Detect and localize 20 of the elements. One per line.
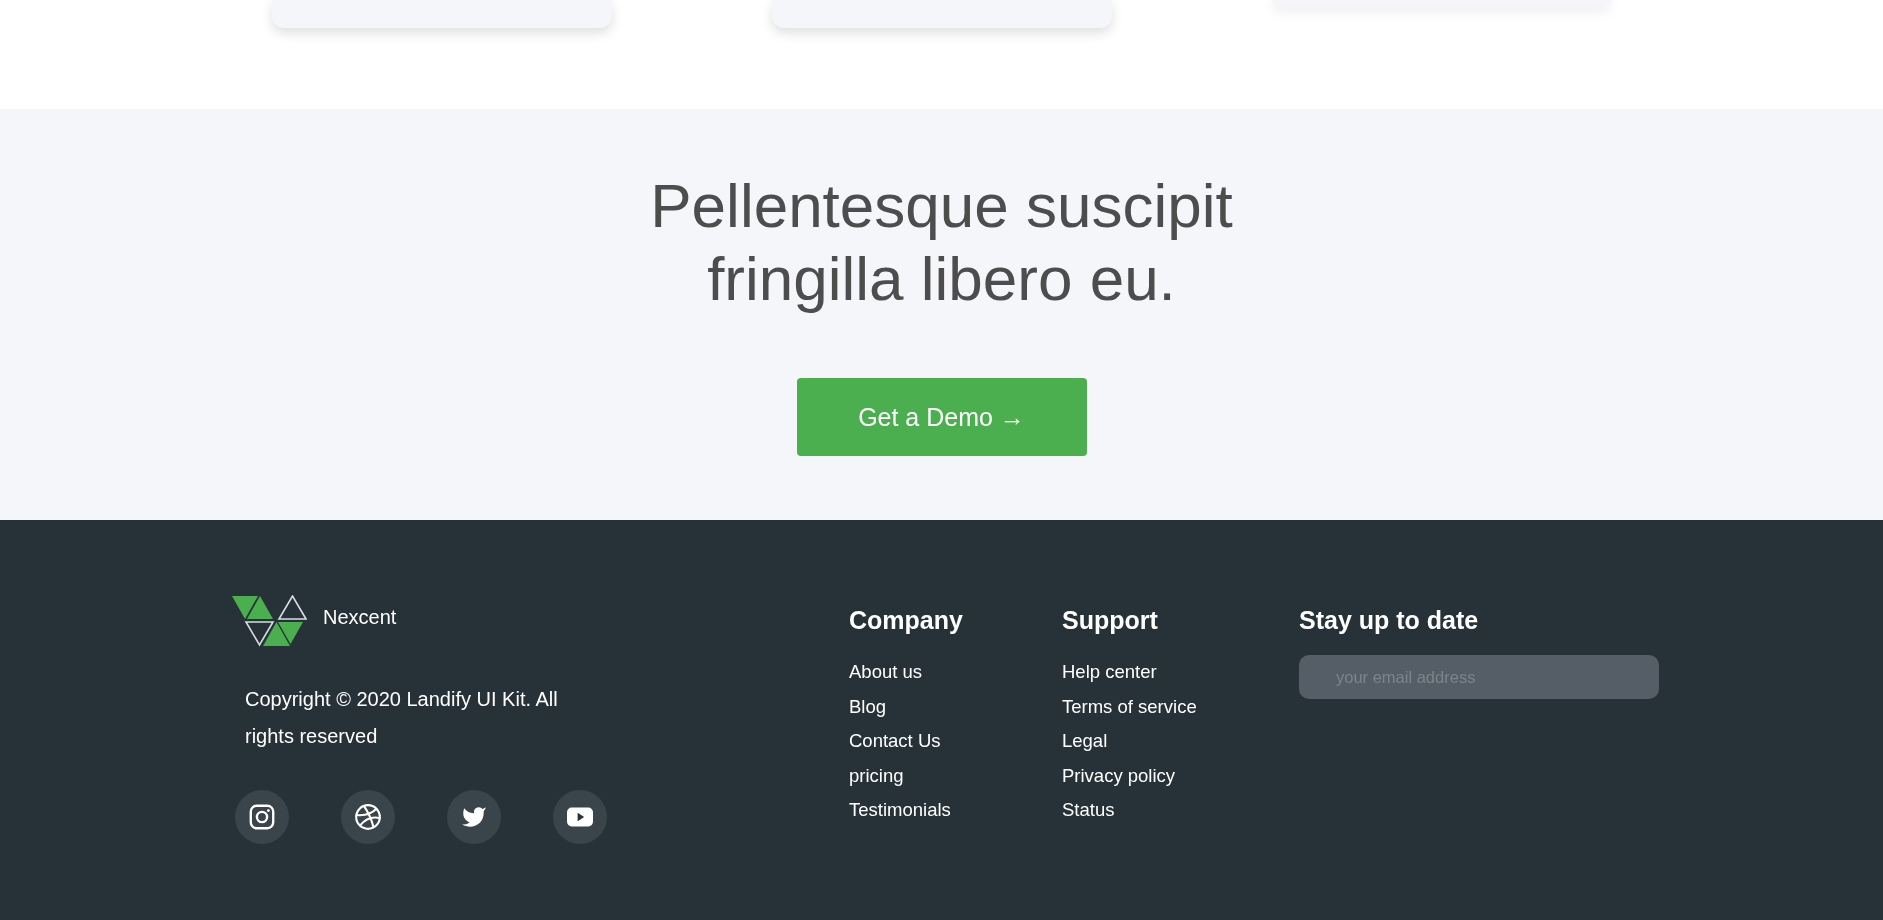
brand-name: Nexcent (323, 605, 397, 629)
footer-link[interactable]: Terms of service (1062, 689, 1197, 724)
footer-link[interactable]: Blog (849, 689, 887, 724)
column-heading: Company (849, 606, 964, 635)
footer-link[interactable]: Help center (1062, 655, 1157, 690)
camera-icon (249, 804, 275, 830)
footer-link[interactable]: Testimonials (849, 793, 951, 828)
footer-link[interactable]: About us (849, 655, 923, 690)
copyright-text: Copyright © 2020 Landify UI Kit. All rights reserved (245, 687, 559, 749)
triangle-logo-icon (232, 595, 307, 647)
ball-icon (355, 804, 381, 830)
bird-icon (461, 804, 487, 830)
footer-link[interactable]: Status (1062, 793, 1115, 828)
column-heading: Support (1062, 606, 1159, 635)
footer-link[interactable]: Contact Us (849, 724, 941, 759)
column-heading: Stay up to date (1299, 606, 1480, 635)
footer-link[interactable]: Legal (1062, 724, 1108, 759)
footer-link[interactable]: pricing (849, 758, 904, 793)
footer-link[interactable]: Privacy policy (1062, 758, 1176, 793)
cta-heading: Pellentesque suscipit fringilla libero eu. (649, 170, 1234, 315)
